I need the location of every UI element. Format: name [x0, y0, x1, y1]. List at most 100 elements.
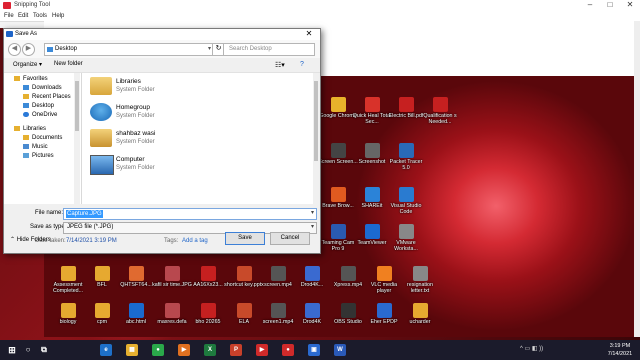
minimize-button[interactable]: –	[580, 0, 600, 11]
nav-pictures[interactable]: Pictures	[23, 152, 54, 161]
desktop-icon[interactable]: Qualification s Needed...	[420, 97, 460, 125]
desktop-icon[interactable]: OBS Studio	[328, 303, 368, 325]
desktop-icon[interactable]: resignation letter.txt	[400, 266, 440, 294]
search-input[interactable]: Search Desktop	[223, 43, 315, 56]
taskbar-app-icon[interactable]: W	[334, 344, 346, 356]
file-icon	[60, 303, 76, 318]
desktop-icon-label: VLC media player	[370, 282, 398, 294]
desktop-icon[interactable]: Eher EPDP	[364, 303, 404, 325]
desktop-icon[interactable]: abc.html	[116, 303, 156, 325]
file-icon	[340, 266, 356, 281]
desktop-icon[interactable]: maxres.defa	[152, 303, 192, 325]
address-bar[interactable]: Desktop ▾	[44, 43, 214, 56]
desktop-icon-label: resignation letter.txt	[407, 282, 433, 294]
close-button[interactable]: ✕	[620, 0, 640, 11]
dialog-close-button[interactable]: ✕	[298, 29, 320, 40]
menu-file[interactable]: File	[4, 13, 14, 19]
chevron-down-icon[interactable]: ▾	[311, 223, 314, 230]
menu-tools[interactable]: Tools	[33, 13, 47, 19]
dialog-toolbar: Organize ▾ New folder ☷▾ ?	[4, 58, 320, 73]
taskbar-app-icon[interactable]: X	[204, 344, 216, 356]
desktop-icon[interactable]: Drod4K...	[292, 266, 332, 288]
menu-help[interactable]: Help	[52, 13, 64, 19]
nav-libraries[interactable]: Libraries	[14, 125, 46, 134]
desktop-icon-label: abc.html	[125, 319, 147, 325]
chevron-down-icon[interactable]: ▾	[311, 209, 314, 216]
nav-downloads[interactable]: Downloads	[23, 84, 62, 93]
file-list: Libraries System Folder Homegroup System…	[82, 73, 319, 204]
chevron-down-icon[interactable]: ▾	[208, 45, 211, 52]
list-item[interactable]: Computer System Folder	[90, 153, 300, 175]
system-tray[interactable]: ^ ▭ ◧ ))	[520, 345, 543, 352]
new-folder-button[interactable]: New folder	[54, 61, 83, 67]
app-icon	[398, 97, 414, 112]
app-icon	[364, 97, 380, 112]
cancel-button[interactable]: Cancel	[270, 232, 310, 245]
file-name-field[interactable]: Capture.JPG ▾	[63, 208, 317, 220]
desktop-icon-label: ucharder	[409, 319, 431, 325]
list-item[interactable]: Libraries System Folder	[90, 75, 300, 97]
file-icon	[412, 303, 428, 318]
taskbar-app-icon[interactable]: P	[230, 344, 242, 356]
taskbar-app-icon[interactable]: e	[100, 344, 112, 356]
save-as-dialog: Save As ✕ ◀ ▶ Desktop ▾ ↻ Search Desktop…	[3, 28, 321, 254]
tags-input[interactable]: Add a tag	[182, 238, 208, 244]
view-options-icon[interactable]: ☷▾	[275, 61, 285, 69]
back-arrow-icon[interactable]: ◀	[8, 43, 21, 56]
help-icon[interactable]: ?	[300, 61, 304, 68]
file-icon	[304, 266, 320, 281]
nav-onedrive[interactable]: OneDrive	[23, 111, 57, 120]
desktop-icon[interactable]: kafil sir time.JPG	[152, 266, 192, 288]
menu-edit[interactable]: Edit	[18, 13, 28, 19]
desktop-icon[interactable]: Xpress.mp4	[328, 266, 368, 288]
nav-music[interactable]: Music	[23, 143, 48, 152]
snipping-tool-titlebar: Snipping Tool – □ ✕	[0, 0, 640, 11]
organize-button[interactable]: Organize ▾	[13, 61, 42, 68]
task-view-icon[interactable]: ⧉	[38, 344, 50, 356]
forward-arrow-icon[interactable]: ▶	[22, 43, 35, 56]
desktop-icon[interactable]: AA16Xx23...	[188, 266, 228, 288]
cloud-icon	[23, 112, 29, 117]
file-icon	[340, 303, 356, 318]
nav-favorites[interactable]: Favorites	[14, 75, 48, 84]
desktop-icon-label: OBS Studio	[334, 319, 362, 325]
taskbar-app-icon[interactable]: ●	[152, 344, 164, 356]
taskbar-app-icon[interactable]: ▶	[178, 344, 190, 356]
file-icon	[60, 266, 76, 281]
nav-label: Desktop	[32, 103, 55, 109]
start-button[interactable]: ⊞	[6, 344, 18, 356]
desktop-icon[interactable]: ucharder	[400, 303, 440, 325]
taskbar-app-icon[interactable]: ▣	[308, 344, 320, 356]
desktop-icon[interactable]: Drod4K	[292, 303, 332, 325]
taskbar-app-icon[interactable]: ▦	[126, 344, 138, 356]
clock-date: 7/14/2021	[607, 351, 633, 357]
list-item[interactable]: shahbaz wasi System Folder	[90, 127, 300, 149]
taskbar-app-icon[interactable]: ●	[282, 344, 294, 356]
hide-folders-toggle[interactable]: ⌃ Hide Folders	[10, 236, 51, 243]
snip-scrollbar[interactable]	[634, 21, 640, 337]
nav-recent-places[interactable]: Recent Places	[23, 93, 71, 102]
desktop-icon[interactable]: VMware Worksta...	[386, 224, 426, 252]
desktop-icon[interactable]: bho 20265	[188, 303, 228, 325]
scroll-thumb[interactable]	[314, 81, 318, 161]
desktop-icon[interactable]: VLC media player	[364, 266, 404, 294]
save-button[interactable]: Save	[225, 232, 265, 245]
nav-scrollbar[interactable]	[74, 73, 80, 204]
file-name-label: File name:	[35, 210, 64, 216]
nav-documents[interactable]: Documents	[23, 134, 62, 143]
hide-folders-label: Hide Folders	[16, 237, 51, 243]
list-item[interactable]: Homegroup System Folder	[90, 101, 300, 123]
scroll-thumb[interactable]	[75, 81, 79, 131]
nav-label: Favorites	[23, 76, 48, 82]
desktop-icon[interactable]: Visual Studio Code	[386, 187, 426, 215]
taskbar-app-icon[interactable]: ▶	[256, 344, 268, 356]
clock[interactable]: 3:19 PM 7/14/2021	[600, 342, 640, 358]
desktop-icon[interactable]: QHTSFT64...	[116, 266, 156, 288]
desktop-icon[interactable]: Packet Tracer 5.0	[386, 143, 426, 171]
nav-label: Pictures	[32, 153, 54, 159]
nav-desktop[interactable]: Desktop	[23, 102, 54, 111]
file-icon	[128, 303, 144, 318]
maximize-button[interactable]: □	[600, 0, 620, 11]
search-icon[interactable]: ○	[22, 344, 34, 356]
file-list-scrollbar[interactable]	[313, 73, 319, 204]
